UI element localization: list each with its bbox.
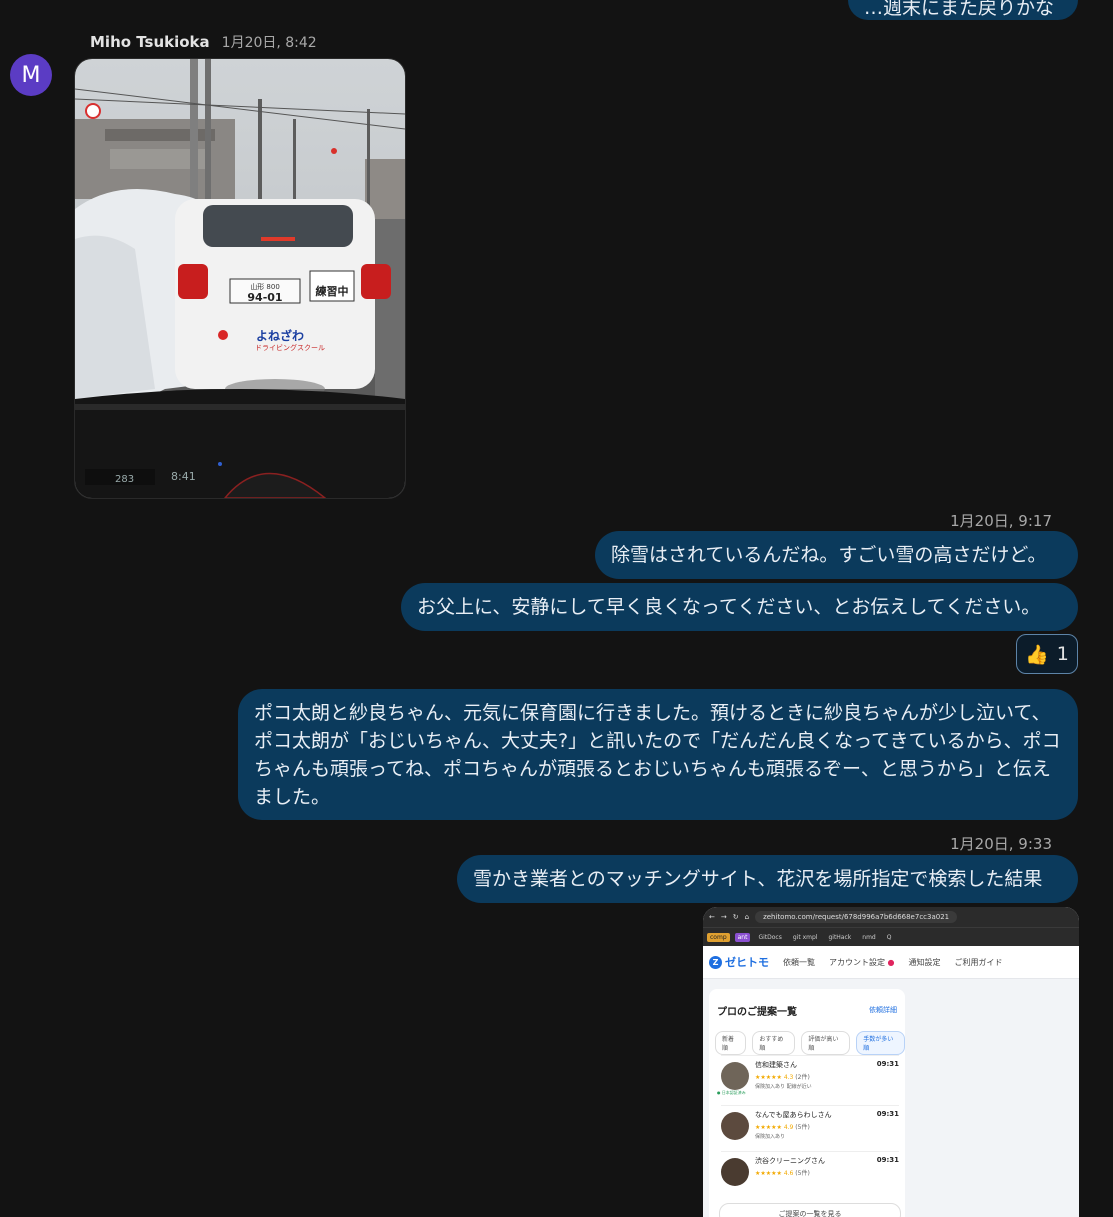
bookmark[interactable]: Q [884, 933, 895, 942]
reaction-count: 1 [1056, 643, 1069, 665]
outgoing-message[interactable]: 雪かき業者とのマッチングサイト、花沢を場所指定で検索した結果 [457, 855, 1078, 903]
driving-school-car-photo: 山形 800 94-01 練習中 よねざわ ドライビングスクール 283 8:4… [75, 59, 405, 498]
review-count: (5件) [795, 1170, 810, 1177]
site-header: Z ゼヒトモ 依頼一覧 アカウント設定 ● 通知設定 ご利用ガイド [703, 946, 1079, 979]
rating-value: 4.3 [783, 1074, 794, 1081]
avatar-letter: M [21, 62, 41, 88]
logo-text: ゼヒトモ [725, 956, 769, 969]
pro-time: 09:31 [876, 1110, 899, 1118]
outgoing-message[interactable]: 除雪はされているんだね。すごい雪の高さだけど。 [595, 531, 1078, 579]
sort-chip[interactable]: おすすめ順 [752, 1031, 796, 1055]
panel-title: プロのご提案一覧 [717, 1007, 797, 1018]
dash-odometer: 283 [115, 474, 134, 485]
proposals-panel: プロのご提案一覧 依頼詳細 新着順 おすすめ順 評価が高い順 手数が多い順 信和… [709, 989, 905, 1217]
pro-list-item[interactable]: 渋谷クリーニングさん 09:31 ★★★★★ 4.6 (5件) [721, 1151, 899, 1192]
message-text: 除雪はされているんだね。すごい雪の高さだけど。 [611, 544, 1047, 566]
bookmark[interactable]: ant [734, 932, 751, 942]
review-count: (2件) [795, 1074, 810, 1081]
dash-clock: 8:41 [171, 470, 196, 483]
avatar [721, 1158, 749, 1186]
sender-name: Miho Tsukioka [90, 33, 210, 51]
nav-account-label: アカウント設定 [829, 957, 885, 967]
bookmark[interactable]: nmd [859, 933, 878, 942]
bookmarks-bar: comp ant GitDocs git xmpl gitHack nmd Q [703, 927, 1079, 946]
bookmark[interactable]: GitDocs [755, 933, 784, 942]
bookmark[interactable]: git xmpl [790, 933, 821, 942]
practice-sign: 練習中 [316, 284, 349, 298]
message-text: 雪かき業者とのマッチングサイト、花沢を場所指定で検索した結果 [473, 868, 1043, 890]
message-time: 1月20日, 8:42 [221, 35, 317, 51]
notification-dot-icon: ● [885, 957, 895, 967]
message-text: …週末にまた戻りかな [864, 0, 1055, 19]
outgoing-message[interactable]: お父上に、安静にして早く良くなってください、とお伝えしてください。 [401, 583, 1078, 631]
pro-list-item[interactable]: なんでも屋あらわしさん 09:31 ★★★★★ 4.9 (5件) 保険加入あり [721, 1105, 899, 1146]
message-header: Miho Tsukioka 1月20日, 8:42 [90, 32, 317, 52]
sort-chip[interactable]: 新着順 [715, 1031, 747, 1055]
nav-notifications[interactable]: 通知設定 [909, 957, 941, 968]
address-bar[interactable]: zehitomo.com/request/678d996a7b6d668e7cc… [755, 911, 958, 923]
rating: ★★★★★ 4.9 (5件) [755, 1122, 810, 1131]
pro-time: 09:31 [876, 1156, 899, 1164]
rating-value: 4.9 [783, 1124, 794, 1131]
forward-icon[interactable]: → [721, 913, 727, 921]
school-name: よねざわ [256, 328, 304, 343]
outgoing-message-partial[interactable]: …週末にまた戻りかな [848, 0, 1078, 20]
sort-chip-active[interactable]: 手数が多い順 [856, 1031, 905, 1055]
pro-name: 信和建築さん [755, 1061, 797, 1069]
star-icons: ★★★★★ [755, 1074, 782, 1081]
bookmark[interactable]: gitHack [825, 933, 854, 942]
avatar[interactable]: M [10, 54, 52, 96]
reload-icon[interactable]: ↻ [733, 913, 739, 921]
browser-toolbar: ← → ↻ ⌂ zehitomo.com/request/678d996a7b6… [703, 907, 1079, 927]
nav-account[interactable]: アカウント設定 ● [829, 957, 895, 968]
pro-note: 保険加入あり 配線が近い [755, 1084, 812, 1090]
pro-note: 保険加入あり [755, 1134, 786, 1140]
plate-number: 94-01 [247, 291, 282, 304]
sort-chip[interactable]: 評価が高い順 [801, 1031, 851, 1055]
pro-time: 09:31 [876, 1060, 899, 1068]
pro-name: なんでも屋あらわしさん [755, 1111, 832, 1119]
nav-requests[interactable]: 依頼一覧 [783, 957, 815, 968]
verified-badge: ● 日本認証済み [717, 1090, 746, 1095]
pro-list-item[interactable]: 信和建築さん 09:31 ★★★★★ 4.3 (2件) 保険加入あり 配線が近い… [717, 1055, 899, 1096]
plate-region: 山形 800 [250, 282, 280, 291]
outgoing-message[interactable]: ポコ太朗と紗良ちゃん、元気に保育園に行きました。預けるときに紗良ちゃんが少し泣い… [238, 689, 1078, 820]
photo-attachment[interactable]: 山形 800 94-01 練習中 よねざわ ドライビングスクール 283 8:4… [74, 58, 406, 499]
logo-icon: Z [709, 955, 722, 969]
school-sub: ドライビングスクール [255, 343, 325, 352]
pro-name: 渋谷クリーニングさん [755, 1157, 825, 1165]
rating: ★★★★★ 4.6 (5件) [755, 1168, 810, 1177]
request-details-link[interactable]: 依頼詳細 [869, 1005, 897, 1015]
review-count: (5件) [795, 1124, 810, 1131]
timestamp: 1月20日, 9:33 [950, 835, 1052, 853]
site-logo[interactable]: Z ゼヒトモ [709, 954, 769, 970]
star-icons: ★★★★★ [755, 1170, 782, 1177]
avatar [721, 1062, 749, 1090]
reaction-chip[interactable]: 👍 1 [1016, 634, 1078, 674]
nav-guide[interactable]: ご利用ガイド [955, 957, 1003, 968]
star-icons: ★★★★★ [755, 1124, 782, 1131]
sort-chips: 新着順 おすすめ順 評価が高い順 手数が多い順 [715, 1031, 905, 1055]
back-icon[interactable]: ← [709, 913, 715, 921]
timestamp: 1月20日, 9:17 [950, 512, 1052, 530]
bookmark[interactable]: comp [707, 932, 730, 942]
message-text: お父上に、安静にして早く良くなってください、とお伝えしてください。 [417, 596, 1041, 618]
rating: ★★★★★ 4.3 (2件) [755, 1072, 810, 1081]
message-text: ポコ太朗と紗良ちゃん、元気に保育園に行きました。預けるときに紗良ちゃんが少し泣い… [254, 702, 1061, 808]
thumbs-up-icon: 👍 [1025, 643, 1049, 666]
avatar [721, 1112, 749, 1140]
screenshot-attachment[interactable]: ← → ↻ ⌂ zehitomo.com/request/678d996a7b6… [703, 907, 1079, 1217]
more-proposals-button[interactable]: ご提案の一覧を見る [719, 1203, 901, 1217]
home-icon[interactable]: ⌂ [745, 913, 749, 921]
rating-value: 4.6 [783, 1170, 794, 1177]
